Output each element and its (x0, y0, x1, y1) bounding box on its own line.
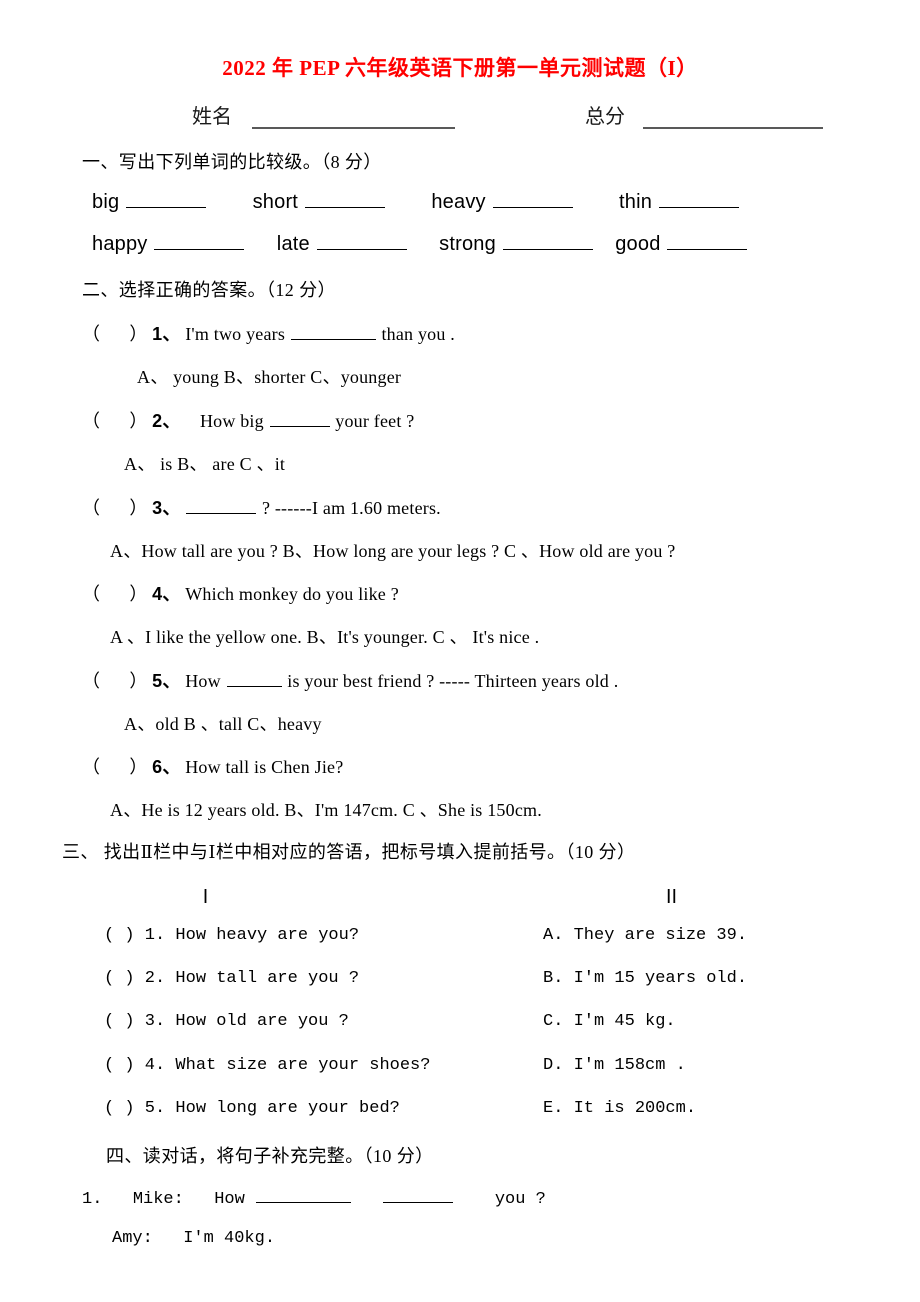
blank-heavy[interactable] (492, 188, 573, 208)
q3-bracket-open[interactable]: （ (82, 498, 100, 518)
match-right-item-e[interactable]: E. It is 200cm. (543, 1099, 696, 1118)
word-happy: happy (92, 233, 148, 255)
word-thin: thin (619, 191, 653, 213)
match-left-item-4[interactable]: ( ) 4. What size are your shoes? (104, 1056, 430, 1075)
dialogue-line-2: Amy: I'm 40kg. (112, 1229, 275, 1248)
blank-thin[interactable] (658, 188, 739, 208)
q1-blank[interactable] (290, 322, 376, 340)
question-3-stem: （ ） 3、 ? ------I am 1.60 meters. (82, 494, 441, 520)
question-2-stem: （ ） 2、 How big your feet ? (82, 407, 414, 433)
q2-bracket-close[interactable]: ） (129, 411, 147, 431)
q2-number: 2、 (152, 411, 181, 431)
q5-bracket-open[interactable]: （ (82, 671, 100, 691)
student-info-row: 姓名 总分 (0, 98, 920, 132)
q3-stem-after: ? ------I am 1.60 meters. (261, 498, 441, 518)
q4-stem-before: Which monkey do you like ? (185, 584, 399, 604)
q6-bracket-close[interactable]: ） (129, 757, 147, 777)
section3-heading: 三、 找出Ⅱ栏中与Ⅰ栏中相对应的答语，把标号填入提前括号。（10 分） (62, 842, 636, 862)
q1-number: 1、 (152, 324, 181, 344)
section4-heading: 四、读对话，将句子补充完整。（10 分） (106, 1146, 434, 1166)
word-good: good (615, 233, 661, 255)
dialogue-2-speaker: Amy: (112, 1229, 153, 1248)
q5-stem-after: is your best friend ? ----- Thirteen yea… (287, 671, 619, 691)
word-heavy: heavy (431, 191, 486, 213)
dialogue-1-blank-b[interactable] (383, 1186, 454, 1204)
q5-stem-before: How (185, 671, 221, 691)
section2-heading: 二、选择正确的答案。（12 分） (82, 280, 336, 300)
question-6-options[interactable]: A、He is 12 years old. B、I'm 147cm. C 、Sh… (110, 796, 542, 822)
blank-strong[interactable] (502, 230, 593, 250)
dialogue-1-blank-a[interactable] (256, 1186, 352, 1204)
question-5-options[interactable]: A、old B 、tall C、heavy (124, 710, 322, 736)
section1-row2: happy late strong good (92, 230, 748, 256)
question-4-options[interactable]: A 、I like the yellow one. B、It's younger… (110, 623, 539, 649)
section3-column-1-header: Ⅰ (196, 887, 216, 909)
match-right-item-a[interactable]: A. They are size 39. (543, 926, 747, 945)
dialogue-1-speaker: Mike: (132, 1190, 184, 1210)
match-right-item-b[interactable]: B. I'm 15 years old. (543, 969, 747, 988)
match-left-item-5[interactable]: ( ) 5. How long are your bed? (104, 1099, 400, 1118)
dialogue-1-text-before: How (214, 1190, 245, 1210)
dialogue-line-1: 1. Mike: How you ? (82, 1186, 546, 1209)
q5-bracket-close[interactable]: ） (129, 671, 147, 691)
exam-paper-page: 2022 年 PEP 六年级英语下册第一单元测试题（I） 姓名 总分 一、写出下… (0, 0, 920, 1302)
section1-heading: 一、写出下列单词的比较级。（8 分） (82, 152, 382, 172)
question-1-stem: （ ） 1、 I'm two years than you . (82, 320, 455, 346)
word-late: late (276, 233, 310, 255)
match-right-item-d[interactable]: D. I'm 158cm . (543, 1056, 686, 1075)
word-big: big (92, 191, 120, 213)
page-title: 2022 年 PEP 六年级英语下册第一单元测试题（I） (222, 56, 698, 80)
q1-bracket-open[interactable]: （ (82, 324, 100, 344)
q2-bracket-open[interactable]: （ (82, 411, 100, 431)
q5-blank[interactable] (226, 669, 282, 687)
q4-number: 4、 (152, 584, 181, 604)
score-blank-rule[interactable] (643, 127, 823, 129)
q4-bracket-close[interactable]: ） (129, 584, 147, 604)
question-1-options[interactable]: A、 young B、shorter C、younger (137, 363, 401, 389)
word-strong: strong (439, 233, 496, 255)
match-left-item-1[interactable]: ( ) 1. How heavy are you? (104, 926, 359, 945)
q2-blank[interactable] (269, 409, 330, 427)
dialogue-2-text: I'm 40kg. (183, 1229, 276, 1248)
match-right-item-c[interactable]: C. I'm 45 kg. (543, 1012, 676, 1031)
q5-number: 5、 (152, 671, 181, 691)
q3-number: 3、 (152, 498, 181, 518)
blank-short[interactable] (304, 188, 385, 208)
q1-bracket-close[interactable]: ） (129, 324, 147, 344)
name-label: 姓名 (192, 106, 232, 128)
question-5-stem: （ ） 5、 How is your best friend ? ----- T… (82, 667, 618, 693)
word-short: short (252, 191, 299, 213)
q2-stem-before: How big (199, 411, 264, 431)
blank-happy[interactable] (154, 230, 245, 250)
match-left-item-3[interactable]: ( ) 3. How old are you ? (104, 1012, 349, 1031)
question-6-stem: （ ） 6、 How tall is Chen Jie? (82, 753, 343, 779)
score-label: 总分 (585, 106, 625, 128)
q3-bracket-close[interactable]: ） (129, 498, 147, 518)
question-3-options[interactable]: A、How tall are you ? B、How long are your… (110, 537, 675, 563)
blank-late[interactable] (316, 230, 407, 250)
q1-stem-before: I'm two years (185, 324, 286, 344)
question-4-stem: （ ） 4、 Which monkey do you like ? (82, 580, 399, 606)
blank-big[interactable] (126, 188, 207, 208)
name-blank-rule[interactable] (252, 127, 455, 129)
match-left-item-2[interactable]: ( ) 2. How tall are you ? (104, 969, 359, 988)
dialogue-1-number: 1. (82, 1190, 103, 1210)
dialogue-1-text-after: you ? (494, 1190, 546, 1210)
q2-stem-after: your feet ? (335, 411, 415, 431)
section1-row1: big short heavy thin (92, 188, 740, 214)
q3-blank[interactable] (186, 496, 257, 514)
q4-bracket-open[interactable]: （ (82, 584, 100, 604)
q6-number: 6、 (152, 757, 181, 777)
blank-good[interactable] (667, 230, 748, 250)
section3-column-2-header: Ⅱ (662, 887, 682, 909)
q6-stem-before: How tall is Chen Jie? (185, 757, 344, 777)
question-2-options[interactable]: A、 is B、 are C 、it (124, 450, 285, 476)
q6-bracket-open[interactable]: （ (82, 757, 100, 777)
q1-stem-after: than you . (381, 324, 455, 344)
